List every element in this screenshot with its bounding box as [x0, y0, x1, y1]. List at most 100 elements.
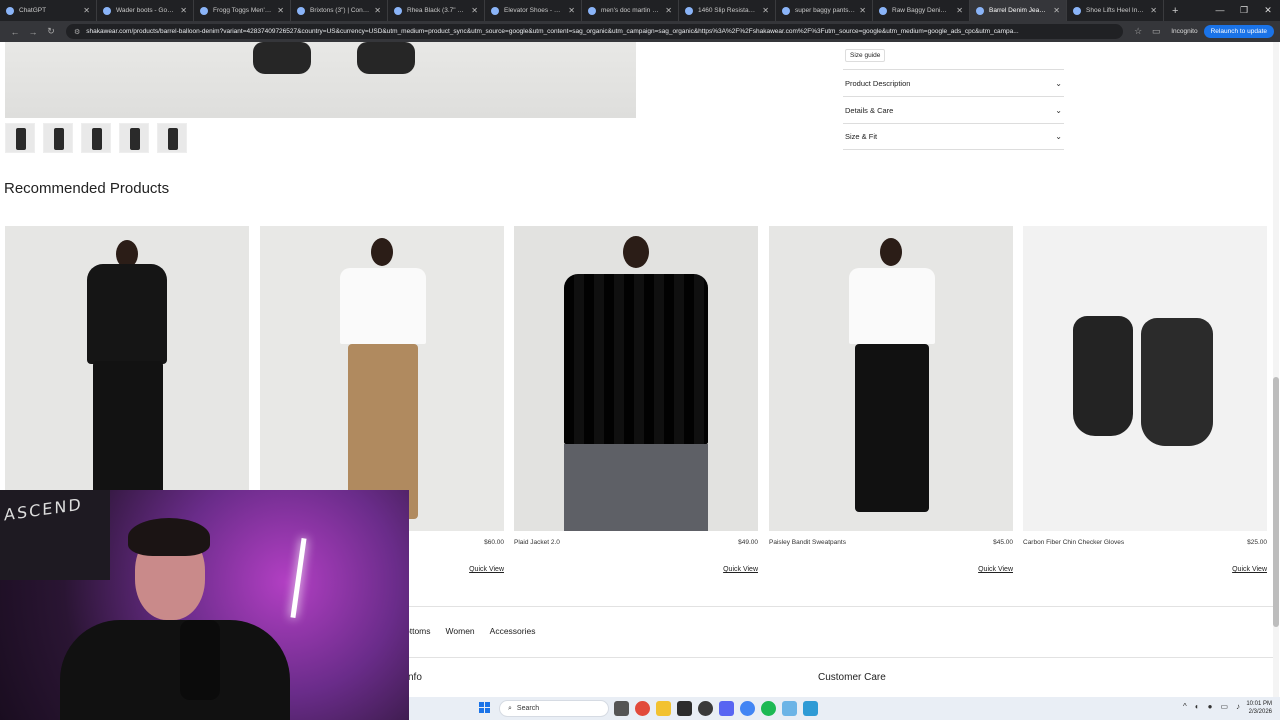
tab-close-icon[interactable]: ✕ — [1150, 6, 1157, 15]
hoodie-shape — [87, 264, 167, 364]
discord-icon[interactable] — [719, 701, 734, 716]
thumbnail[interactable] — [119, 123, 149, 153]
glove-right-shape — [1141, 318, 1213, 446]
tab-close-icon[interactable]: ✕ — [665, 6, 672, 15]
product-image[interactable] — [514, 226, 758, 531]
tab-favicon-icon — [588, 6, 596, 15]
tab-close-icon[interactable]: ✕ — [762, 6, 769, 15]
tab-close-icon[interactable]: ✕ — [859, 6, 866, 15]
thumbnail[interactable] — [5, 123, 35, 153]
accordion-product-description[interactable]: Product Description ⌄ — [843, 69, 1064, 96]
browser-tab[interactable]: Shoe Lifts Heel Inserts ✕ — [1067, 0, 1164, 21]
app-icon[interactable] — [677, 701, 692, 716]
thumbnail[interactable] — [43, 123, 73, 153]
tab-close-icon[interactable]: ✕ — [471, 6, 478, 15]
product-card[interactable]: Plaid Jacket 2.0 $49.00 Quick View — [514, 226, 758, 573]
product-image[interactable] — [5, 226, 249, 531]
browser-tab[interactable]: Barrel Denim Jeans | H ✕ — [970, 0, 1067, 21]
accordion-details-care[interactable]: Details & Care ⌄ — [843, 96, 1064, 123]
product-price: $49.00 — [738, 539, 758, 546]
browser-tab[interactable]: Frogg Toggs Men's Ra ✕ — [194, 0, 291, 21]
tab-close-icon[interactable]: ✕ — [83, 6, 90, 15]
chrome-icon[interactable] — [635, 701, 650, 716]
reload-icon[interactable]: ↻ — [42, 26, 60, 37]
tab-title: Barrel Denim Jeans | H — [989, 7, 1049, 14]
spotify-icon[interactable] — [761, 701, 776, 716]
tab-favicon-icon — [685, 6, 693, 15]
taskbar-search[interactable]: ⌕ Search — [499, 700, 609, 717]
browser-tab[interactable]: Rhea Black (3.7" Boot) ✕ — [388, 0, 485, 21]
browser-tab[interactable]: Elevator Shoes - Heigh ✕ — [485, 0, 582, 21]
product-name[interactable]: Plaid Jacket 2.0 — [514, 539, 560, 546]
tab-favicon-icon — [103, 6, 111, 15]
scrollbar-thumb[interactable] — [1273, 377, 1279, 627]
size-guide-button[interactable]: Size guide — [845, 49, 886, 62]
relaunch-button[interactable]: Relaunch to update — [1203, 25, 1274, 38]
sidebar-icon[interactable]: ▭ — [1147, 26, 1165, 37]
tab-close-icon[interactable]: ✕ — [1053, 6, 1060, 15]
app-icon[interactable] — [782, 701, 797, 716]
quick-view-button[interactable]: Quick View — [1023, 566, 1267, 573]
tab-close-icon[interactable]: ✕ — [277, 6, 284, 15]
tab-close-icon[interactable]: ✕ — [374, 6, 381, 15]
quick-view-button[interactable]: Quick View — [769, 566, 1013, 573]
close-icon[interactable]: ✕ — [1256, 0, 1280, 21]
product-main-image[interactable] — [5, 42, 636, 118]
tab-close-icon[interactable]: ✕ — [180, 6, 187, 15]
file-explorer-icon[interactable] — [656, 701, 671, 716]
tab-favicon-icon — [200, 6, 208, 15]
site-info-icon[interactable]: ⚙ — [74, 28, 80, 36]
footer-link-accessories[interactable]: Accessories — [490, 626, 536, 636]
product-image[interactable] — [1023, 226, 1267, 531]
product-name[interactable]: Paisley Bandit Sweatpants — [769, 539, 846, 546]
browser-tab[interactable]: Brixtons (3") | Conzuri ✕ — [291, 0, 388, 21]
product-card[interactable]: Carbon Fiber Chin Checker Gloves $25.00 … — [1023, 226, 1267, 573]
tab-title: Frogg Toggs Men's Ra — [213, 7, 274, 14]
tab-favicon-icon — [782, 6, 790, 15]
network-icon[interactable]: ◐ — [1195, 702, 1200, 711]
boot-shape — [357, 42, 415, 74]
browser-tab[interactable]: 1460 Slip Resistant Lea ✕ — [679, 0, 776, 21]
browser-tab[interactable]: super baggy pants - G ✕ — [776, 0, 873, 21]
browser-icon[interactable] — [740, 701, 755, 716]
thumbnail[interactable] — [81, 123, 111, 153]
app-icon[interactable] — [698, 701, 713, 716]
new-tab-button[interactable]: + — [1172, 5, 1178, 17]
product-image[interactable] — [260, 226, 504, 531]
taskbar-clock[interactable]: 10:01 PM 2/3/2026 — [1246, 700, 1272, 716]
microphone-icon[interactable]: ● — [1208, 702, 1213, 711]
product-image[interactable] — [769, 226, 1013, 531]
volume-icon[interactable]: ♪ — [1236, 702, 1240, 711]
app-icon[interactable] — [803, 701, 818, 716]
tab-title: Shoe Lifts Heel Inserts — [1086, 7, 1147, 14]
windows-start-icon[interactable] — [479, 702, 491, 714]
thumbnail[interactable] — [157, 123, 187, 153]
task-view-icon[interactable] — [614, 701, 629, 716]
tab-favicon-icon — [1073, 6, 1081, 15]
product-card[interactable] — [5, 226, 249, 531]
tab-close-icon[interactable]: ✕ — [568, 6, 575, 15]
os-taskbar: ⌕ Search ^ ◐ ● ▭ ♪ 10:01 PM 2/3/2026 — [409, 697, 1280, 720]
browser-tab[interactable]: ChatGPT ✕ — [0, 0, 97, 21]
quick-view-button[interactable]: Quick View — [514, 566, 758, 573]
tab-favicon-icon — [6, 6, 14, 15]
footer-link-women[interactable]: Women — [446, 626, 475, 636]
product-name[interactable]: Carbon Fiber Chin Checker Gloves — [1023, 539, 1124, 546]
tab-close-icon[interactable]: ✕ — [956, 6, 963, 15]
webcam-overlay: ASCEND — [0, 490, 409, 720]
browser-tab[interactable]: Raw Baggy Denim Jea ✕ — [873, 0, 970, 21]
minimize-icon[interactable]: — — [1208, 0, 1232, 21]
browser-tab[interactable]: men's doc martin boot ✕ — [582, 0, 679, 21]
restore-icon[interactable]: ❐ — [1232, 0, 1256, 21]
tray-chevron-icon[interactable]: ^ — [1183, 702, 1187, 711]
browser-tab[interactable]: Wader boots - Google ✕ — [97, 0, 194, 21]
back-icon[interactable]: ← — [6, 27, 24, 37]
product-card[interactable]: Paisley Bandit Sweatpants $45.00 Quick V… — [769, 226, 1013, 573]
bookmark-star-icon[interactable]: ☆ — [1129, 26, 1147, 37]
footer-nav: ottoms Women Accessories — [405, 626, 535, 636]
url-bar[interactable]: ⚙ shakawear.com/products/barrel-balloon-… — [66, 24, 1124, 39]
incognito-label[interactable]: Incognito — [1171, 28, 1197, 35]
forward-icon[interactable]: → — [24, 27, 42, 37]
accordion-size-fit[interactable]: Size & Fit ⌄ — [843, 123, 1064, 150]
display-icon[interactable]: ▭ — [1220, 702, 1228, 711]
